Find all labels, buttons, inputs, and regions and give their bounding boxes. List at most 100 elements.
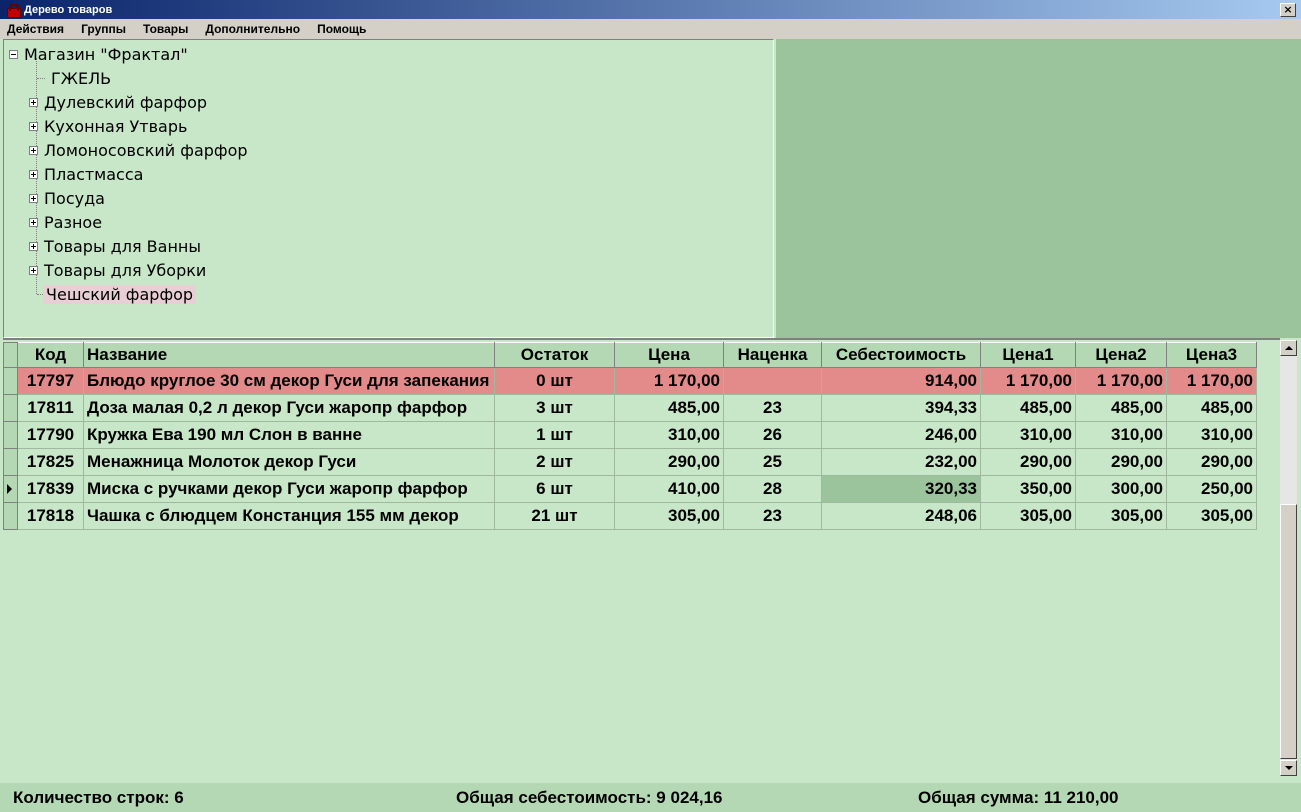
menu-groups[interactable]: Группы xyxy=(74,22,136,36)
tree-node[interactable]: Ломоносовский фарфор xyxy=(29,138,248,162)
table-row[interactable]: 17818 Чашка с блюдцем Констанция 155 мм … xyxy=(3,502,1257,530)
expand-icon[interactable] xyxy=(29,169,38,179)
cell-stock[interactable]: 21 шт xyxy=(494,502,615,530)
expand-icon[interactable] xyxy=(29,145,38,155)
cell-code[interactable]: 17818 xyxy=(17,502,84,530)
collapse-icon[interactable] xyxy=(9,49,18,59)
cell-price1[interactable]: 1 170,00 xyxy=(980,367,1076,395)
tree-node[interactable]: ГЖЕЛЬ xyxy=(51,66,111,90)
cell-price[interactable]: 1 170,00 xyxy=(614,367,724,395)
expand-icon[interactable] xyxy=(29,241,38,251)
cell-price[interactable]: 310,00 xyxy=(614,421,724,449)
cell-code[interactable]: 17811 xyxy=(17,394,84,422)
cell-price1[interactable]: 305,00 xyxy=(980,502,1076,530)
cell-markup[interactable] xyxy=(723,367,822,395)
scroll-thumb[interactable] xyxy=(1280,504,1297,759)
cell-price3[interactable]: 485,00 xyxy=(1166,394,1257,422)
expand-icon[interactable] xyxy=(29,217,38,227)
table-row[interactable]: 17790 Кружка Ева 190 мл Слон в ванне 1 ш… xyxy=(3,421,1257,449)
cell-price3[interactable]: 290,00 xyxy=(1166,448,1257,476)
cell-price3[interactable]: 310,00 xyxy=(1166,421,1257,449)
table-row[interactable]: 17797 Блюдо круглое 30 см декор Гуси для… xyxy=(3,367,1257,395)
cell-price1[interactable]: 350,00 xyxy=(980,475,1076,503)
scroll-up-arrow-icon[interactable] xyxy=(1280,340,1297,356)
tree-node[interactable]: Кухонная Утварь xyxy=(29,114,187,138)
tree-node-selected[interactable]: Чешский фарфор xyxy=(43,282,197,306)
cell-cost[interactable]: 394,33 xyxy=(821,394,981,422)
cell-name[interactable]: Миска с ручками декор Гуси жаропр фарфор xyxy=(83,475,495,503)
cell-price1[interactable]: 310,00 xyxy=(980,421,1076,449)
cell-name[interactable]: Блюдо круглое 30 см декор Гуси для запек… xyxy=(83,367,495,395)
cell-markup[interactable]: 23 xyxy=(723,502,822,530)
cell-price2[interactable]: 300,00 xyxy=(1075,475,1167,503)
cell-code[interactable]: 17797 xyxy=(17,367,84,395)
cell-price2[interactable]: 310,00 xyxy=(1075,421,1167,449)
tree-node[interactable]: Посуда xyxy=(29,186,105,210)
expand-icon[interactable] xyxy=(29,265,38,275)
cell-stock[interactable]: 1 шт xyxy=(494,421,615,449)
expand-icon[interactable] xyxy=(29,97,38,107)
row-indicator[interactable] xyxy=(3,394,18,422)
cell-price[interactable]: 485,00 xyxy=(614,394,724,422)
cell-cost-focused[interactable]: 320,33 xyxy=(821,475,981,503)
close-button[interactable]: × xyxy=(1280,2,1296,17)
tree-root[interactable]: Магазин "Фрактал" xyxy=(9,42,188,66)
column-header-price1[interactable]: Цена1 xyxy=(980,342,1076,368)
scroll-down-arrow-icon[interactable] xyxy=(1280,760,1297,776)
table-row[interactable]: 17825 Менажница Молоток декор Гуси 2 шт … xyxy=(3,448,1257,476)
cell-markup[interactable]: 23 xyxy=(723,394,822,422)
column-header-name[interactable]: Название xyxy=(83,342,495,368)
row-indicator[interactable] xyxy=(3,475,18,503)
tree-node[interactable]: Товары для Ванны xyxy=(29,234,201,258)
cell-name[interactable]: Менажница Молоток декор Гуси xyxy=(83,448,495,476)
menu-actions[interactable]: Действия xyxy=(0,22,74,36)
vertical-scrollbar[interactable] xyxy=(1280,340,1297,776)
cell-price[interactable]: 290,00 xyxy=(614,448,724,476)
cell-cost[interactable]: 914,00 xyxy=(821,367,981,395)
tree-node[interactable]: Пластмасса xyxy=(29,162,143,186)
cell-cost[interactable]: 248,06 xyxy=(821,502,981,530)
table-row[interactable]: 17811 Доза малая 0,2 л декор Гуси жаропр… xyxy=(3,394,1257,422)
cell-stock[interactable]: 6 шт xyxy=(494,475,615,503)
cell-stock[interactable]: 2 шт xyxy=(494,448,615,476)
cell-code[interactable]: 17825 xyxy=(17,448,84,476)
menu-help[interactable]: Помощь xyxy=(310,22,376,36)
expand-icon[interactable] xyxy=(29,121,38,131)
tree-node[interactable]: Товары для Уборки xyxy=(29,258,206,282)
cell-stock[interactable]: 3 шт xyxy=(494,394,615,422)
cell-markup[interactable]: 26 xyxy=(723,421,822,449)
expand-icon[interactable] xyxy=(29,193,38,203)
cell-price2[interactable]: 485,00 xyxy=(1075,394,1167,422)
column-header-price3[interactable]: Цена3 xyxy=(1166,342,1257,368)
cell-price[interactable]: 410,00 xyxy=(614,475,724,503)
cell-price3[interactable]: 305,00 xyxy=(1166,502,1257,530)
menu-additional[interactable]: Дополнительно xyxy=(198,22,310,36)
row-indicator[interactable] xyxy=(3,421,18,449)
column-header-stock[interactable]: Остаток xyxy=(494,342,615,368)
cell-cost[interactable]: 246,00 xyxy=(821,421,981,449)
row-indicator[interactable] xyxy=(3,367,18,395)
cell-price2[interactable]: 305,00 xyxy=(1075,502,1167,530)
column-header-price[interactable]: Цена xyxy=(614,342,724,368)
column-header-code[interactable]: Код xyxy=(17,342,84,368)
column-header-markup[interactable]: Наценка xyxy=(723,342,822,368)
cell-price3[interactable]: 1 170,00 xyxy=(1166,367,1257,395)
cell-name[interactable]: Кружка Ева 190 мл Слон в ванне xyxy=(83,421,495,449)
cell-price3[interactable]: 250,00 xyxy=(1166,475,1257,503)
cell-price2[interactable]: 290,00 xyxy=(1075,448,1167,476)
row-indicator[interactable] xyxy=(3,502,18,530)
cell-name[interactable]: Чашка с блюдцем Констанция 155 мм декор xyxy=(83,502,495,530)
table-row-current[interactable]: 17839 Миска с ручками декор Гуси жаропр … xyxy=(3,475,1257,503)
cell-stock[interactable]: 0 шт xyxy=(494,367,615,395)
row-indicator[interactable] xyxy=(3,448,18,476)
cell-code[interactable]: 17839 xyxy=(17,475,84,503)
cell-name[interactable]: Доза малая 0,2 л декор Гуси жаропр фарфо… xyxy=(83,394,495,422)
tree-node[interactable]: Дулевский фарфор xyxy=(29,90,207,114)
cell-cost[interactable]: 232,00 xyxy=(821,448,981,476)
tree-node[interactable]: Разное xyxy=(29,210,102,234)
cell-markup[interactable]: 25 xyxy=(723,448,822,476)
column-header-cost[interactable]: Себестоимость xyxy=(821,342,981,368)
cell-code[interactable]: 17790 xyxy=(17,421,84,449)
cell-price1[interactable]: 485,00 xyxy=(980,394,1076,422)
cell-price[interactable]: 305,00 xyxy=(614,502,724,530)
